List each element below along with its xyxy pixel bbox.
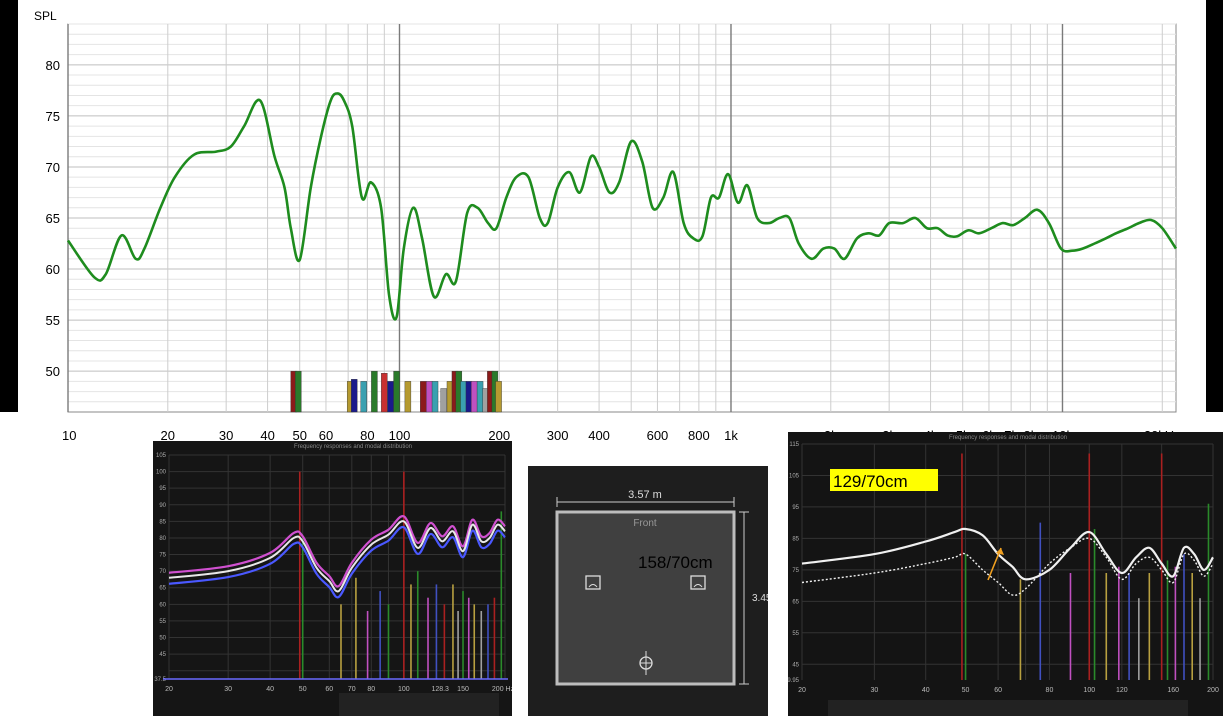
y-tick-label: 55 — [46, 313, 60, 328]
panel1-title: Frequency responses and modal distributi… — [294, 444, 412, 450]
panel3-y-tick: 95 — [792, 505, 799, 511]
main-grid — [67, 23, 1177, 413]
panel1-y-tick: 60 — [159, 602, 166, 608]
room-front-label: Front — [633, 518, 657, 529]
panel1-y-tick: 105 — [156, 453, 167, 459]
panel3-x-tick: 60 — [994, 687, 1002, 694]
panel3-x-tick: 120 — [1116, 687, 1128, 694]
panel1-x-tick: 30 — [224, 686, 232, 693]
panel3-y-tick: 85 — [792, 536, 799, 542]
panel1-x-tick: 128.3 — [431, 686, 449, 693]
panel1-chart: Frequency responses and modal distributi… — [153, 441, 512, 716]
panel3-x-tick: 50 — [962, 687, 970, 694]
x-tick-label: 40 — [260, 428, 274, 440]
panel1-x-tick: 40 — [266, 686, 274, 693]
panel1-x-tick: 20 — [165, 686, 173, 693]
modal-bar — [420, 381, 427, 413]
panel1-y-tick: 70 — [159, 569, 166, 575]
x-tick-label: 10 — [62, 428, 76, 440]
modal-bar — [360, 381, 367, 413]
x-tick-label: 300 — [547, 428, 569, 440]
panel1-x-tick: 80 — [367, 686, 375, 693]
x-tick-label: 100 — [389, 428, 411, 440]
modal-bar — [440, 388, 447, 413]
panel3-x-tick: 20 — [798, 687, 806, 694]
modal-bar — [387, 381, 394, 413]
panel1-x-tick: 100 — [398, 686, 410, 693]
modal-bar — [404, 381, 412, 413]
panel3-y-tick: 115 — [789, 442, 799, 448]
modal-bar — [495, 381, 502, 413]
panel1-y-tick: 55 — [159, 619, 166, 625]
x-tick-label: 20 — [161, 428, 175, 440]
modal-bar — [431, 381, 439, 413]
main-spl-chart: 80 75 70 65 60 55 50 10 20 30 40 50 60 80 100 200 300 40… — [34, 9, 1181, 440]
panel1-y-tick: 95 — [159, 486, 166, 492]
panel1-y-tick: 90 — [159, 503, 166, 509]
modal-bar — [381, 373, 388, 413]
room-diagram: 3.57 m 3.45 m Front 158/70cm — [555, 489, 768, 686]
panel3-x-tick: 40 — [922, 687, 930, 694]
room-width-label: 3.57 m — [628, 489, 662, 501]
panel3-chart: Frequency responses and modal distributi… — [788, 432, 1223, 716]
x-tick-label: 800 — [688, 428, 710, 440]
y-tick-label: 65 — [46, 211, 60, 226]
panel3-x-tick: 160 — [1167, 687, 1179, 694]
modal-bar — [470, 381, 478, 413]
y-tick-label: 75 — [46, 109, 60, 124]
y-tick-label: 60 — [46, 262, 60, 277]
room-annotation: 158/70cm — [638, 553, 713, 572]
panel1-x-tick: 60 — [325, 686, 333, 693]
panel3-x-tick: 100 — [1083, 687, 1095, 694]
panel3-x-tick: 80 — [1046, 687, 1054, 694]
panel1-y-tick: 50 — [159, 636, 166, 642]
panel3-x-tick: 30 — [870, 687, 878, 694]
x-tick-label: 200 — [488, 428, 510, 440]
modal-bar — [371, 370, 378, 413]
panel1-y-tick: 100 — [156, 470, 167, 476]
panel1-x-tick: 200 Hz — [492, 686, 512, 693]
panel3-x-tick: 200 — [1207, 687, 1219, 694]
panel1-x-tick: 70 — [348, 686, 356, 693]
y-tick-label: 70 — [46, 160, 60, 175]
modal-bar — [460, 381, 467, 413]
x-tick-label: 400 — [588, 428, 610, 440]
y-tick-label: 80 — [46, 58, 60, 73]
panel1-y-tick: 65 — [159, 586, 166, 592]
main-y-ticks: 80 75 70 65 60 55 50 — [46, 58, 60, 379]
panel3-annotation: 129/70cm — [833, 472, 908, 491]
modal-bar — [350, 379, 358, 413]
panel1-y-tick: 75 — [159, 553, 166, 559]
x-tick-label: 50 — [292, 428, 306, 440]
x-tick-label: 60 — [319, 428, 333, 440]
panel3-y-tick: 75 — [792, 568, 799, 574]
panel3-y-tick: 65 — [792, 599, 799, 605]
panel3-y-tick: 105 — [789, 473, 800, 479]
y-tick-label: 50 — [46, 364, 60, 379]
modal-bar — [476, 381, 484, 413]
x-tick-label: 80 — [360, 428, 374, 440]
panel1-y-tick: 80 — [159, 536, 166, 542]
room-depth-label: 3.45 m — [752, 593, 768, 604]
x-tick-label: 600 — [647, 428, 669, 440]
x-tick-label: 1k — [724, 428, 738, 440]
panel1-y-tick: 85 — [159, 519, 166, 525]
panel3-y-tick: 45 — [792, 662, 799, 668]
panel3-y-tick: 39.95 — [788, 678, 800, 684]
panel1-y-tick: 45 — [159, 652, 166, 658]
x-tick-label: 30 — [219, 428, 233, 440]
panel1-y-tick: 37.5 — [154, 677, 166, 683]
panel3-title: Frequency responses and modal distributi… — [949, 435, 1067, 441]
panel1-x-tick: 150 — [457, 686, 469, 693]
y-axis-label: SPL — [34, 9, 57, 23]
panel3-y-tick: 55 — [792, 631, 799, 637]
modal-bar — [393, 370, 400, 413]
modal-bar — [426, 381, 433, 413]
panel1-x-tick: 50 — [299, 686, 307, 693]
modal-bar — [295, 370, 302, 413]
